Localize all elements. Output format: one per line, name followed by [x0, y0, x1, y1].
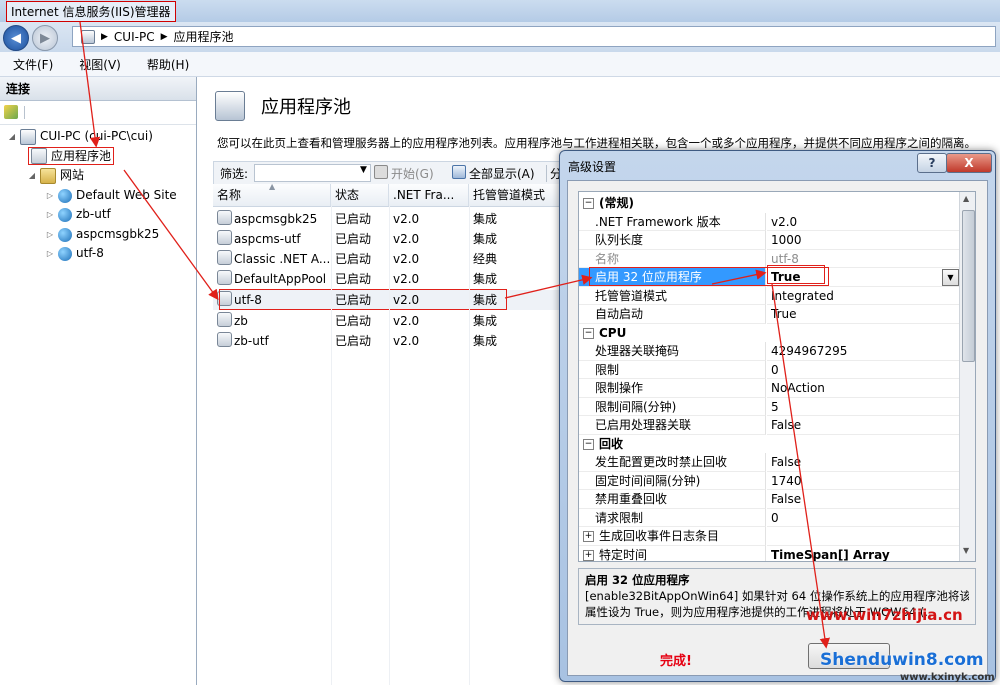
- annotation-true-value-highlight: [767, 265, 825, 284]
- arrow-to-utf8-row: [123, 169, 219, 301]
- annotation-arrows: [79, 21, 830, 649]
- arrow-to-app-pools: [79, 21, 101, 148]
- arrow-to-value: [711, 269, 767, 285]
- watermark-site3: www.kxinyk.com: [900, 672, 995, 683]
- watermark-site2: Shenduwin8.com: [820, 650, 984, 670]
- arrow-to-ok: [771, 283, 830, 649]
- watermark-site1: www.win7zhijia.cn: [806, 606, 963, 624]
- arrow-to-property: [504, 274, 593, 299]
